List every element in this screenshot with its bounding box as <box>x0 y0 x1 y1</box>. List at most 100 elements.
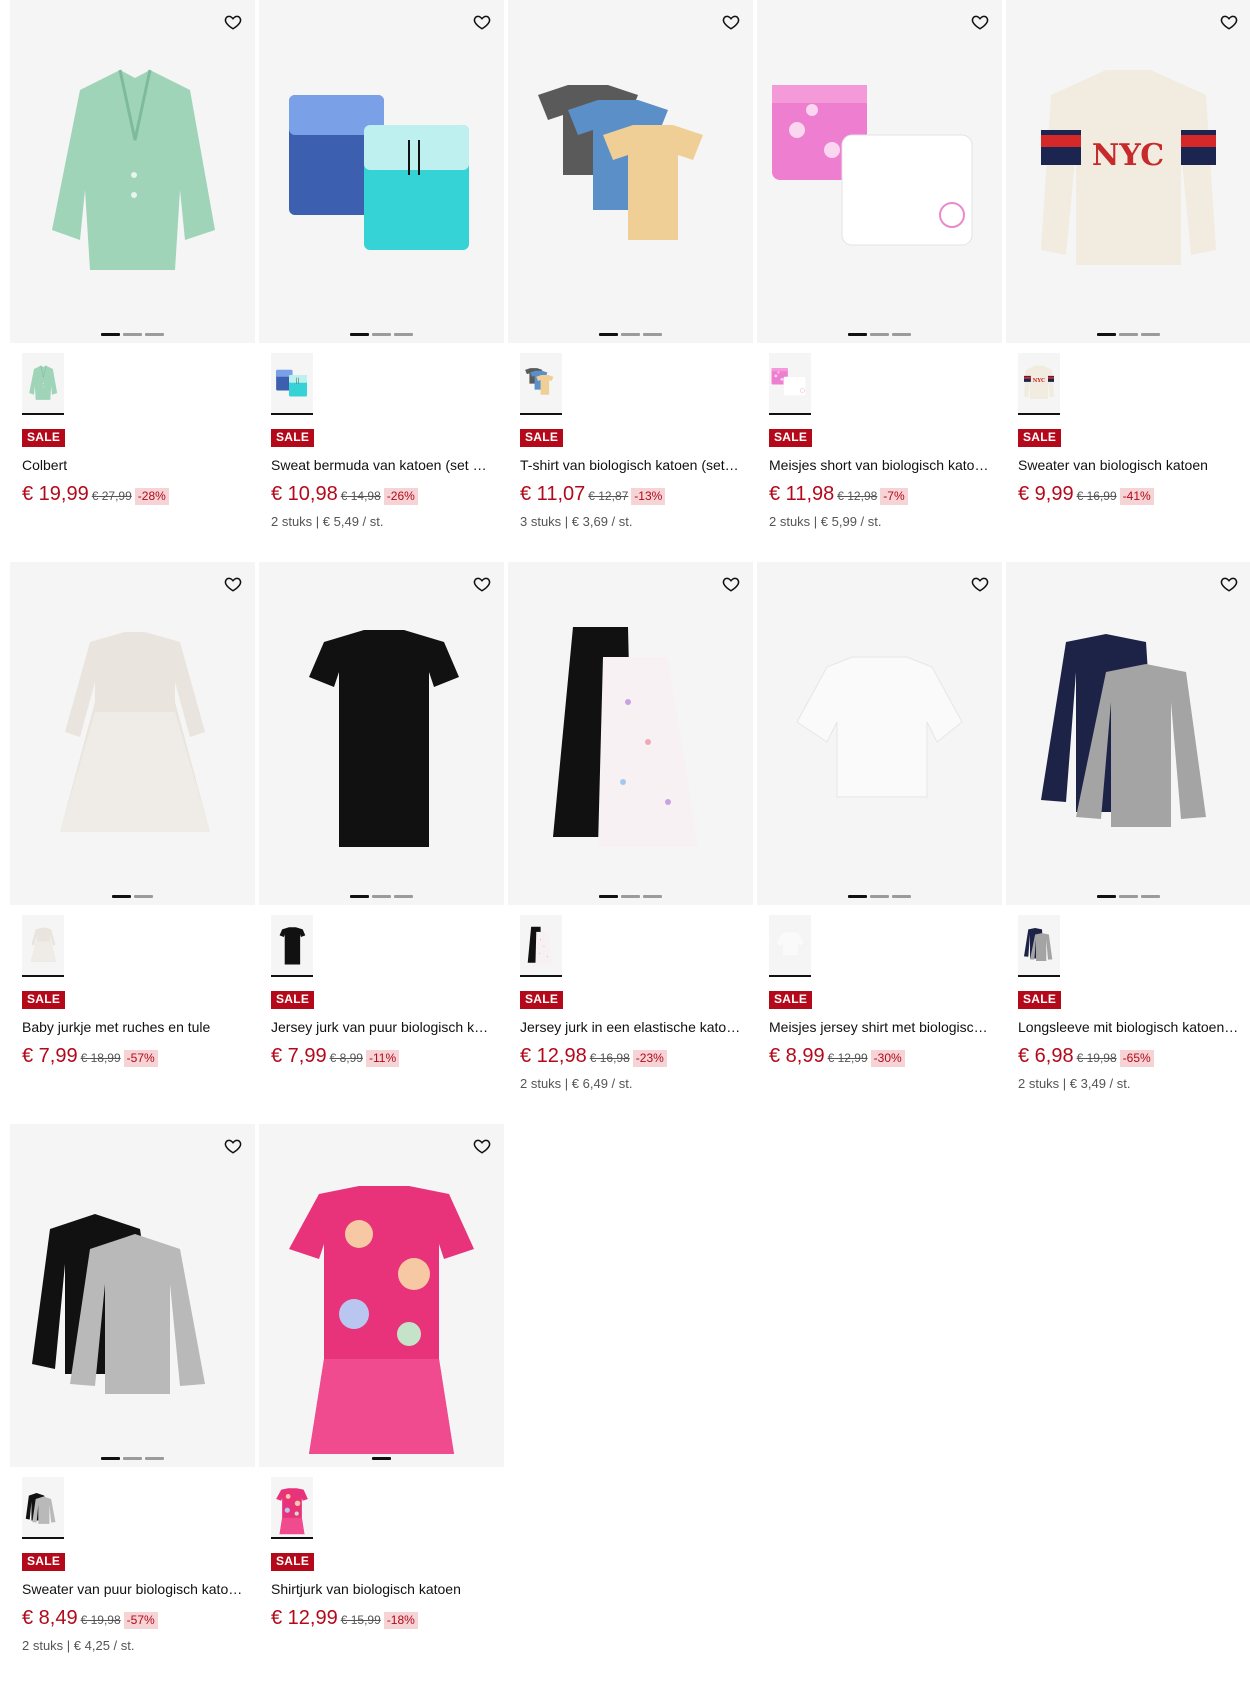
product-name[interactable]: Sweater van biologisch katoen <box>1018 456 1239 474</box>
product-name[interactable]: Longsleeve mit biologisch katoen (set va… <box>1018 1018 1239 1036</box>
product-card[interactable]: SALE Shirtjurk van biologisch katoen € 1… <box>259 1124 504 1632</box>
carousel-dot[interactable] <box>1097 895 1116 898</box>
original-price: € 19,98 <box>1076 1051 1117 1065</box>
carousel-dot[interactable] <box>1119 895 1138 898</box>
carousel-dot[interactable] <box>134 895 153 898</box>
carousel-dot[interactable] <box>145 1457 164 1460</box>
product-image[interactable] <box>10 562 255 905</box>
product-card[interactable]: SALE Colbert € 19,99 € 27,99 -28% <box>10 0 255 508</box>
product-name[interactable]: Meisjes jersey shirt met biologisch kato… <box>769 1018 990 1036</box>
product-name[interactable]: Sweat bermuda van katoen (set van 2) <box>271 456 492 474</box>
wishlist-heart-icon[interactable] <box>221 1134 245 1158</box>
wishlist-heart-icon[interactable] <box>719 10 743 34</box>
color-variant-thumbnail[interactable] <box>271 915 313 977</box>
product-card[interactable]: SALE Sweat bermuda van katoen (set van 2… <box>259 0 504 530</box>
product-image[interactable] <box>10 0 255 343</box>
product-image[interactable] <box>757 562 1002 905</box>
color-variant-thumbnail[interactable] <box>22 353 64 415</box>
carousel-dot[interactable] <box>599 895 618 898</box>
carousel-dot[interactable] <box>1119 333 1138 336</box>
carousel-dot[interactable] <box>1097 333 1116 336</box>
carousel-dot[interactable] <box>892 333 911 336</box>
original-price: € 12,98 <box>837 489 878 503</box>
carousel-dot[interactable] <box>123 1457 142 1460</box>
product-name[interactable]: T-shirt van biologisch katoen (set van 3… <box>520 456 741 474</box>
wishlist-heart-icon[interactable] <box>719 572 743 596</box>
color-variant-thumbnail[interactable] <box>520 915 562 977</box>
product-image[interactable] <box>508 562 753 905</box>
sale-badge: SALE <box>1018 429 1062 447</box>
wishlist-heart-icon[interactable] <box>968 572 992 596</box>
product-card[interactable]: SALE Baby jurkje met ruches en tule € 7,… <box>10 562 255 1070</box>
carousel-dot[interactable] <box>101 333 120 336</box>
product-card[interactable]: SALE Longsleeve mit biologisch katoen (s… <box>1006 562 1250 1092</box>
product-card[interactable]: SALE T-shirt van biologisch katoen (set … <box>508 0 753 530</box>
carousel-dot[interactable] <box>350 333 369 336</box>
product-image[interactable] <box>10 1124 255 1467</box>
carousel-dot[interactable] <box>394 895 413 898</box>
carousel-dot[interactable] <box>145 333 164 336</box>
product-card[interactable]: SALE Meisjes short van biologisch katoen… <box>757 0 1002 530</box>
carousel-dot[interactable] <box>123 333 142 336</box>
product-card[interactable]: NYC NYC SALE Sweater van biologisch kato… <box>1006 0 1250 508</box>
carousel-dot[interactable] <box>1141 895 1160 898</box>
product-image[interactable] <box>757 0 1002 343</box>
carousel-dot[interactable] <box>643 895 662 898</box>
product-name[interactable]: Meisjes short van biologisch katoen (set… <box>769 456 990 474</box>
carousel-dot[interactable] <box>599 333 618 336</box>
wishlist-heart-icon[interactable] <box>470 572 494 596</box>
product-photo <box>32 1214 205 1394</box>
color-variant-thumbnail[interactable] <box>769 915 811 977</box>
product-name[interactable]: Shirtjurk van biologisch katoen <box>271 1580 492 1598</box>
wishlist-heart-icon[interactable] <box>221 572 245 596</box>
product-card[interactable]: SALE Jersey jurk van puur biologisch kat… <box>259 562 504 1070</box>
carousel-dot[interactable] <box>848 333 867 336</box>
product-name[interactable]: Jersey jurk in een elastische katoenmix … <box>520 1018 741 1036</box>
product-card[interactable]: SALE Sweater van puur biologisch katoen … <box>10 1124 255 1654</box>
carousel-dot[interactable] <box>892 895 911 898</box>
carousel-dot[interactable] <box>350 895 369 898</box>
wishlist-heart-icon[interactable] <box>1217 10 1241 34</box>
carousel-dot[interactable] <box>101 1457 120 1460</box>
carousel-dot[interactable] <box>621 895 640 898</box>
sale-badge: SALE <box>1018 991 1062 1009</box>
product-name[interactable]: Colbert <box>22 456 243 474</box>
carousel-dot[interactable] <box>394 333 413 336</box>
product-name[interactable]: Jersey jurk van puur biologisch katoen <box>271 1018 492 1036</box>
wishlist-heart-icon[interactable] <box>968 10 992 34</box>
color-variant-thumbnail[interactable] <box>769 353 811 415</box>
sale-badge: SALE <box>271 991 315 1009</box>
product-name[interactable]: Sweater van puur biologisch katoen (set … <box>22 1580 243 1598</box>
product-image[interactable]: NYC <box>1006 0 1250 343</box>
original-price: € 12,87 <box>588 489 629 503</box>
product-image[interactable] <box>259 1124 504 1467</box>
wishlist-heart-icon[interactable] <box>470 10 494 34</box>
color-variant-thumbnail[interactable] <box>22 1477 64 1539</box>
color-variant-thumbnail[interactable] <box>271 353 313 415</box>
carousel-dot[interactable] <box>372 895 391 898</box>
color-variant-thumbnail[interactable] <box>1018 915 1060 977</box>
carousel-dot[interactable] <box>372 1457 391 1460</box>
color-variant-thumbnail[interactable] <box>271 1477 313 1539</box>
carousel-dot[interactable] <box>848 895 867 898</box>
color-variant-thumbnail[interactable] <box>520 353 562 415</box>
product-image[interactable] <box>508 0 753 343</box>
wishlist-heart-icon[interactable] <box>221 10 245 34</box>
wishlist-heart-icon[interactable] <box>1217 572 1241 596</box>
color-variant-thumbnail[interactable] <box>22 915 64 977</box>
carousel-dot[interactable] <box>870 333 889 336</box>
product-card[interactable]: SALE Meisjes jersey shirt met biologisch… <box>757 562 1002 1070</box>
wishlist-heart-icon[interactable] <box>470 1134 494 1158</box>
product-image[interactable] <box>259 562 504 905</box>
carousel-dot[interactable] <box>1141 333 1160 336</box>
color-variant-thumbnail[interactable]: NYC <box>1018 353 1060 415</box>
product-card[interactable]: SALE Jersey jurk in een elastische katoe… <box>508 562 753 1092</box>
product-image[interactable] <box>1006 562 1250 905</box>
product-name[interactable]: Baby jurkje met ruches en tule <box>22 1018 243 1036</box>
carousel-dot[interactable] <box>643 333 662 336</box>
carousel-dot[interactable] <box>621 333 640 336</box>
product-image[interactable] <box>259 0 504 343</box>
carousel-dot[interactable] <box>112 895 131 898</box>
carousel-dot[interactable] <box>372 333 391 336</box>
carousel-dot[interactable] <box>870 895 889 898</box>
